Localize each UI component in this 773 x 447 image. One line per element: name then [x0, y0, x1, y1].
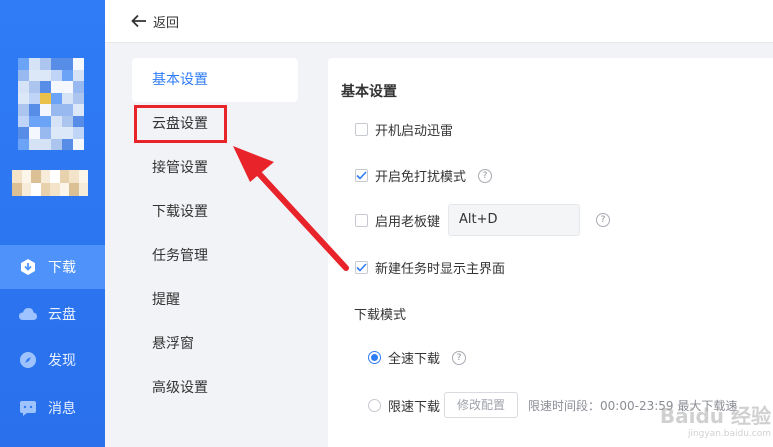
full-speed-label: 全速下载: [388, 352, 441, 367]
limited-speed-radio[interactable]: [368, 398, 381, 412]
modify-config-button[interactable]: 修改配置: [444, 392, 519, 418]
message-icon: [18, 398, 38, 418]
watermark: Baidu 经验 jingyan.baidu.com: [660, 400, 771, 439]
download-icon: [18, 257, 38, 277]
compass-icon: [18, 350, 38, 370]
option-do-not-disturb[interactable]: 开启免打扰模式 ?: [355, 166, 493, 185]
watermark-text: Baidu 经验: [659, 404, 771, 428]
header-bar: 返回: [105, 0, 773, 43]
option-autostart[interactable]: 开机启动迅雷: [355, 120, 453, 139]
help-icon[interactable]: ?: [596, 213, 611, 227]
settings-panel: 基本设置 开机启动迅雷 开启免打扰模式 ? 启用老板键 Alt+D ? 新建任务…: [328, 58, 773, 447]
help-icon[interactable]: ?: [452, 350, 467, 365]
help-icon[interactable]: ?: [478, 168, 493, 183]
app-sidebar: 下载 云盘 发现 消息: [0, 0, 105, 447]
back-label: 返回: [153, 15, 180, 31]
watermark-subtext: jingyan.baidu.com: [687, 429, 771, 439]
arrow-left-icon: [131, 14, 146, 28]
menu-item-basic[interactable]: 基本设置: [132, 58, 298, 102]
menu-item-advanced[interactable]: 高级设置: [132, 366, 298, 410]
hotkey-input[interactable]: Alt+D: [448, 204, 581, 236]
option-show-main-on-new-task[interactable]: 新建任务时显示主界面: [355, 258, 505, 277]
panel-title: 基本设置: [341, 84, 397, 100]
full-speed-radio[interactable]: [368, 351, 381, 364]
cloud-icon: [18, 304, 38, 324]
back-button[interactable]: 返回: [131, 12, 179, 31]
autostart-checkbox[interactable]: [355, 123, 368, 136]
sidebar-item-messages[interactable]: 消息: [0, 386, 105, 430]
option-label: 开启免打扰模式: [375, 170, 467, 185]
download-mode-label: 下载模式: [354, 308, 407, 323]
checkmark-icon: [356, 171, 367, 180]
option-boss-key[interactable]: 启用老板键 Alt+D ?: [355, 204, 611, 236]
menu-item-download[interactable]: 下载设置: [132, 190, 298, 234]
sidebar-item-cloud[interactable]: 云盘: [0, 292, 105, 336]
sidebar-item-discover[interactable]: 发现: [0, 338, 105, 382]
avatar[interactable]: [18, 58, 84, 150]
boss-key-checkbox[interactable]: [355, 213, 368, 227]
limited-speed-label: 限速下载: [388, 399, 441, 415]
sidebar-item-label: 下载: [48, 260, 76, 276]
sidebar-item-download[interactable]: 下载: [0, 245, 105, 289]
sidebar-item-label: 消息: [48, 401, 76, 417]
menu-item-takeover[interactable]: 接管设置: [132, 146, 298, 190]
checkmark-icon: [356, 263, 367, 272]
option-label: 启用老板键: [375, 214, 441, 230]
sidebar-item-label: 发现: [48, 353, 76, 369]
menu-item-tasks[interactable]: 任务管理: [132, 234, 298, 278]
option-label: 新建任务时显示主界面: [375, 262, 506, 277]
menu-item-floating-window[interactable]: 悬浮窗: [132, 322, 298, 366]
do-not-disturb-checkbox[interactable]: [355, 169, 368, 182]
username: [12, 170, 88, 196]
menu-item-reminder[interactable]: 提醒: [132, 278, 298, 322]
annotation-highlight-box: [134, 105, 227, 143]
show-main-checkbox[interactable]: [355, 261, 368, 274]
full-speed-option[interactable]: 全速下载 ?: [368, 348, 467, 367]
option-label: 开机启动迅雷: [375, 124, 454, 139]
sidebar-item-label: 云盘: [48, 307, 76, 323]
